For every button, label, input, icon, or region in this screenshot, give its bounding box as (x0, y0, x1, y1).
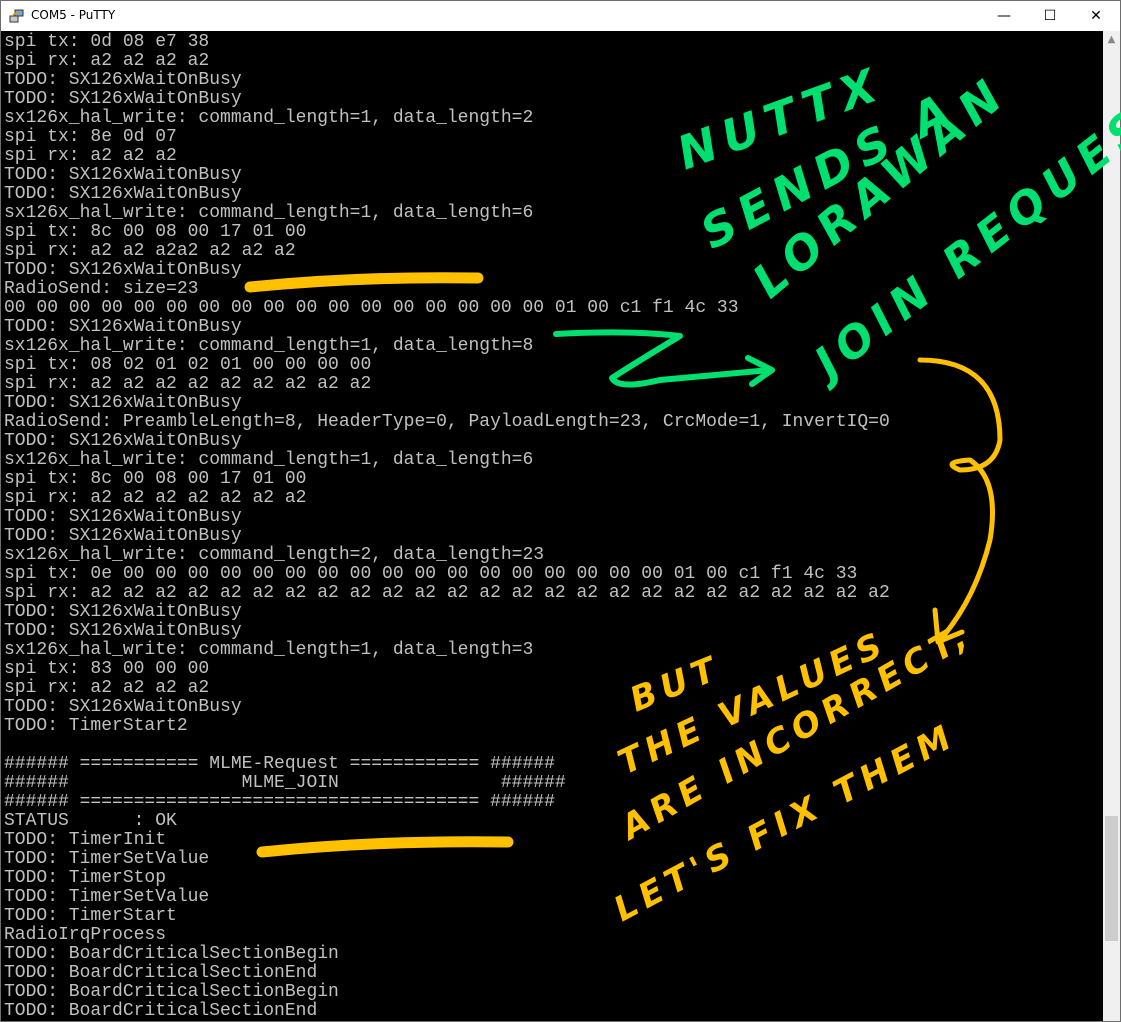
terminal-line: sx126x_hal_write: command_length=1, data… (4, 336, 534, 356)
terminal-line: spi tx: 0e 00 00 00 00 00 00 00 00 00 00… (4, 564, 858, 584)
terminal-line: TODO: TimerInit (4, 830, 167, 850)
maximize-button[interactable]: ☐ (1027, 1, 1073, 31)
terminal-line: TODO: SX126xWaitOnBusy (4, 260, 242, 280)
minimize-button[interactable]: — (981, 1, 1027, 31)
putty-window: COM5 - PuTTY — ☐ ✕ spi tx: 0d 08 e7 38 sp… (0, 0, 1121, 1022)
terminal-line: RadioSend: PreambleLength=8, HeaderType=… (4, 412, 890, 432)
terminal-line: sx126x_hal_write: command_length=1, data… (4, 203, 534, 223)
close-button[interactable]: ✕ (1073, 1, 1119, 31)
terminal-line: spi rx: a2 a2 a2 a2 a2 a2 a2 a2 a2 (4, 374, 372, 394)
terminal-line: TODO: SX126xWaitOnBusy (4, 184, 242, 204)
terminal-line: TODO: BoardCriticalSectionEnd (4, 1001, 318, 1021)
terminal-line: TODO: TimerStart2 (4, 716, 188, 736)
terminal-line: spi tx: 8c 00 08 00 17 01 00 (4, 469, 307, 489)
terminal-lines: spi tx: 0d 08 e7 38 spi rx: a2 a2 a2 a2 TO… (4, 33, 890, 1021)
terminal-line: TODO: SX126xWaitOnBusy (4, 602, 242, 622)
terminal-line: spi rx: a2 a2 a2 a2 (4, 678, 210, 698)
terminal-line: TODO: SX126xWaitOnBusy (4, 317, 242, 337)
terminal-line: TODO: TimerStop (4, 868, 167, 888)
terminal-line: ###### =========== MLME-Request ========… (4, 754, 555, 774)
terminal-line: TODO: SX126xWaitOnBusy (4, 697, 242, 717)
terminal-line: STATUS : OK (4, 811, 177, 831)
terminal-line: TODO: TimerStart (4, 906, 177, 926)
terminal-line: TODO: SX126xWaitOnBusy (4, 393, 242, 413)
terminal-line: TODO: SX126xWaitOnBusy (4, 89, 242, 109)
maximize-icon: ☐ (1043, 8, 1057, 24)
terminal-line: spi rx: a2 a2 a2 (4, 146, 177, 166)
putty-icon (9, 9, 24, 23)
terminal-line: TODO: SX126xWaitOnBusy (4, 621, 242, 641)
terminal-line: spi rx: a2 a2 a2 a2 a2 a2 a2 (4, 488, 307, 508)
terminal-line: ###### =================================… (4, 792, 555, 812)
close-icon: ✕ (1090, 8, 1102, 24)
terminal-line: 00 00 00 00 00 00 00 00 00 00 00 00 00 0… (4, 298, 739, 318)
scrollbar-thumb[interactable] (1105, 816, 1118, 941)
terminal-line: spi rx: a2 a2 a2 a2 (4, 51, 210, 71)
terminal-line: TODO: SX126xWaitOnBusy (4, 70, 242, 90)
vertical-scrollbar[interactable]: ▲ (1103, 31, 1120, 1021)
terminal-line: spi tx: 08 02 01 02 01 00 00 00 00 (4, 355, 372, 375)
terminal-line: TODO: SX126xWaitOnBusy (4, 165, 242, 185)
scroll-up-arrow-icon[interactable]: ▲ (1103, 31, 1120, 48)
terminal-line: RadioIrqProcess (4, 925, 167, 945)
minimize-icon: — (997, 8, 1011, 24)
terminal-output[interactable]: spi tx: 0d 08 e7 38 spi rx: a2 a2 a2 a2 TO… (1, 31, 1103, 1021)
terminal-line: spi tx: 8c 00 08 00 17 01 00 (4, 222, 307, 242)
terminal-line: sx126x_hal_write: command_length=1, data… (4, 640, 534, 660)
terminal-line: TODO: SX126xWaitOnBusy (4, 507, 242, 527)
terminal-line: ###### MLME_JOIN ###### (4, 773, 566, 793)
terminal-line: spi tx: 0d 08 e7 38 (4, 32, 210, 52)
terminal-line: sx126x_hal_write: command_length=2, data… (4, 545, 545, 565)
terminal-line: spi rx: a2 a2 a2 a2 a2 a2 a2 a2 a2 a2 a2… (4, 583, 890, 603)
terminal-line: TODO: TimerSetValue (4, 849, 210, 869)
terminal-line: spi tx: 83 00 00 00 (4, 659, 210, 679)
window-title: COM5 - PuTTY (31, 8, 116, 22)
terminal-line: sx126x_hal_write: command_length=1, data… (4, 450, 534, 470)
terminal-line: RadioSend: size=23 (4, 279, 199, 299)
terminal-line: TODO: BoardCriticalSectionBegin (4, 944, 339, 964)
terminal-line: TODO: BoardCriticalSectionEnd (4, 963, 318, 983)
title-bar[interactable]: COM5 - PuTTY — ☐ ✕ (1, 1, 1120, 31)
terminal-line: TODO: SX126xWaitOnBusy (4, 526, 242, 546)
terminal-line: TODO: BoardCriticalSectionBegin (4, 982, 339, 1002)
terminal-line: spi tx: 8e 0d 07 (4, 127, 177, 147)
terminal-line: TODO: SX126xWaitOnBusy (4, 431, 242, 451)
terminal-line: sx126x_hal_write: command_length=1, data… (4, 108, 534, 128)
terminal-line: TODO: TimerSetValue (4, 887, 210, 907)
terminal-line: spi rx: a2 a2 a2a2 a2 a2 a2 (4, 241, 296, 261)
